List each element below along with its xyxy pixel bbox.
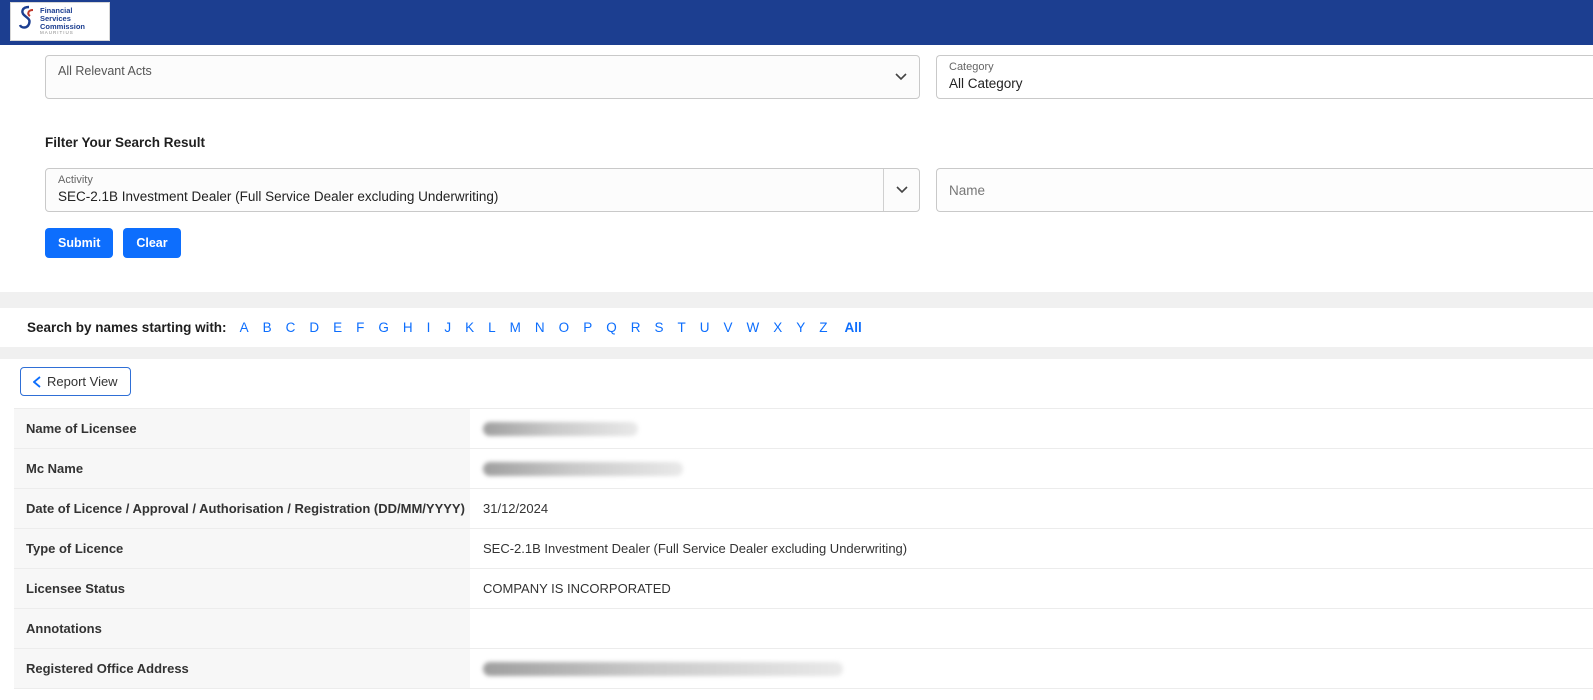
section-divider xyxy=(0,347,1593,359)
letter-link-t[interactable]: T xyxy=(677,320,685,335)
activity-select[interactable]: Activity SEC-2.1B Investment Dealer (Ful… xyxy=(45,168,920,212)
chevron-down-icon[interactable] xyxy=(883,169,919,211)
report-table-body: Name of LicenseeMc NameDate of Licence /… xyxy=(14,409,1593,689)
letter-link-q[interactable]: Q xyxy=(606,320,617,335)
report-section: Report View Name of LicenseeMc NameDate … xyxy=(0,359,1593,689)
category-select[interactable]: Category All Category xyxy=(936,55,1593,99)
relevant-acts-label: All Relevant Acts xyxy=(58,64,152,78)
fsc-logo-icon xyxy=(15,4,37,39)
row-label: Date of Licence / Approval / Authorisati… xyxy=(14,489,470,529)
row-value xyxy=(470,449,1593,489)
activity-label: Activity xyxy=(58,174,93,186)
filter-heading: Filter Your Search Result xyxy=(45,135,1593,150)
clear-button[interactable]: Clear xyxy=(123,228,180,258)
letter-link-all[interactable]: All xyxy=(845,320,862,335)
letter-link-w[interactable]: W xyxy=(747,320,760,335)
chevron-left-icon xyxy=(33,376,41,388)
row-label: Registered Office Address xyxy=(14,649,470,689)
redacted-value xyxy=(483,662,843,676)
redacted-value xyxy=(483,462,683,476)
row-label: Licensee Status xyxy=(14,569,470,609)
letter-link-e[interactable]: E xyxy=(333,320,342,335)
row-value xyxy=(470,649,1593,689)
search-section: All Relevant Acts Category All Category … xyxy=(0,45,1593,292)
letter-link-i[interactable]: I xyxy=(427,320,431,335)
letter-link-l[interactable]: L xyxy=(488,320,496,335)
relevant-acts-select[interactable]: All Relevant Acts xyxy=(45,55,920,99)
name-input[interactable] xyxy=(936,168,1593,212)
letter-link-b[interactable]: B xyxy=(263,320,272,335)
letter-link-p[interactable]: P xyxy=(583,320,592,335)
form-actions: Submit Clear xyxy=(45,228,1593,292)
letter-link-g[interactable]: G xyxy=(378,320,389,335)
letter-link-y[interactable]: Y xyxy=(796,320,805,335)
table-row: Type of LicenceSEC-2.1B Investment Deale… xyxy=(14,529,1593,569)
table-row: Annotations xyxy=(14,609,1593,649)
letter-link-h[interactable]: H xyxy=(403,320,413,335)
fsc-logo[interactable]: Financial Services Commission MAURITIUS xyxy=(10,2,110,41)
letter-link-k[interactable]: K xyxy=(465,320,474,335)
letter-link-c[interactable]: C xyxy=(286,320,296,335)
submit-button[interactable]: Submit xyxy=(45,228,113,258)
letter-link-d[interactable]: D xyxy=(309,320,319,335)
letter-link-n[interactable]: N xyxy=(535,320,545,335)
letter-link-r[interactable]: R xyxy=(631,320,641,335)
letter-link-o[interactable]: O xyxy=(559,320,570,335)
alphabet-nav: Search by names starting with: ABCDEFGHI… xyxy=(0,308,1593,347)
row-value: SEC-2.1B Investment Dealer (Full Service… xyxy=(470,529,1593,569)
fsc-logo-text: Financial Services Commission MAURITIUS xyxy=(40,7,85,36)
row-label: Name of Licensee xyxy=(14,409,470,449)
row-value xyxy=(470,609,1593,649)
category-value: All Category xyxy=(949,76,1023,91)
row-value xyxy=(470,409,1593,449)
chevron-down-icon[interactable] xyxy=(883,56,919,98)
letter-link-a[interactable]: A xyxy=(240,320,249,335)
alphabet-links: ABCDEFGHIJKLMNOPQRSTUVWXYZ All xyxy=(233,320,869,335)
report-view-back-button[interactable]: Report View xyxy=(20,367,131,396)
row-label: Mc Name xyxy=(14,449,470,489)
table-row: Name of Licensee xyxy=(14,409,1593,449)
section-divider xyxy=(0,292,1593,308)
letter-link-u[interactable]: U xyxy=(700,320,710,335)
activity-name-row: Activity SEC-2.1B Investment Dealer (Ful… xyxy=(0,168,1593,212)
table-row: Registered Office Address xyxy=(14,649,1593,689)
letter-link-m[interactable]: M xyxy=(510,320,521,335)
licensee-detail-table: Name of LicenseeMc NameDate of Licence /… xyxy=(14,408,1593,689)
top-navbar: Financial Services Commission MAURITIUS xyxy=(0,0,1593,45)
alphabet-nav-label: Search by names starting with: xyxy=(27,320,227,335)
letter-link-v[interactable]: V xyxy=(723,320,732,335)
acts-category-row: All Relevant Acts Category All Category xyxy=(0,55,1593,99)
letter-link-z[interactable]: Z xyxy=(819,320,827,335)
letter-link-x[interactable]: X xyxy=(773,320,782,335)
activity-value: SEC-2.1B Investment Dealer (Full Service… xyxy=(58,189,498,204)
row-value: 31/12/2024 xyxy=(470,489,1593,529)
row-label: Annotations xyxy=(14,609,470,649)
table-row: Date of Licence / Approval / Authorisati… xyxy=(14,489,1593,529)
report-view-label: Report View xyxy=(47,374,118,389)
letter-link-s[interactable]: S xyxy=(654,320,663,335)
table-row: Mc Name xyxy=(14,449,1593,489)
redacted-value xyxy=(483,422,638,436)
row-label: Type of Licence xyxy=(14,529,470,569)
category-label: Category xyxy=(949,61,994,73)
row-value: COMPANY IS INCORPORATED xyxy=(470,569,1593,609)
letter-link-j[interactable]: J xyxy=(444,320,451,335)
table-row: Licensee StatusCOMPANY IS INCORPORATED xyxy=(14,569,1593,609)
letter-link-f[interactable]: F xyxy=(356,320,364,335)
